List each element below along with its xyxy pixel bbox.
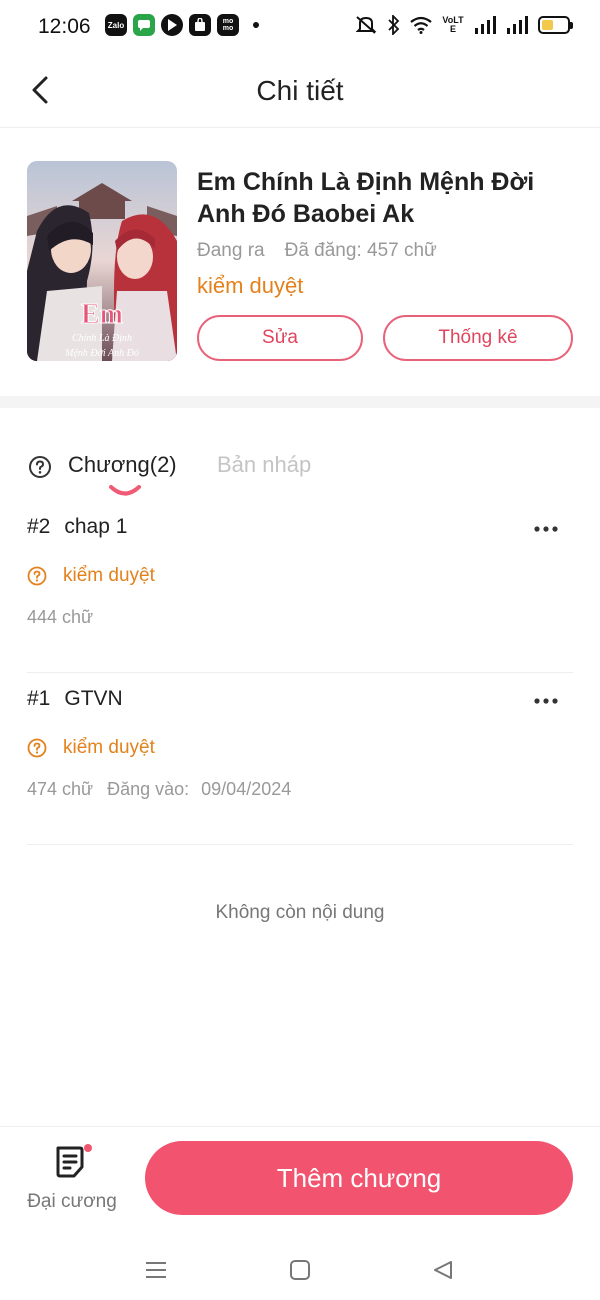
chapter-more-button[interactable]	[531, 517, 561, 541]
chapter-posted-label: Đăng vào:	[107, 779, 190, 799]
square-icon	[290, 1260, 310, 1280]
signal-icon-1	[474, 14, 496, 36]
chapter-posted-date: 09/04/2024	[201, 779, 292, 799]
chapter-name: chap 1	[64, 515, 128, 538]
status-bar: 12:06 Zalo mo mo VoLTE	[0, 0, 600, 54]
book-meta: Đang ra Đã đăng: 457 chữ	[197, 240, 437, 262]
outline-button[interactable]: Đại cương	[20, 1141, 124, 1221]
page-title: Chi tiết	[256, 75, 344, 106]
bottom-action-bar: Đại cương Thêm chương	[0, 1126, 600, 1236]
chapter-word-count: 444 chữ	[27, 607, 94, 627]
book-review-status: kiểm duyệt	[197, 273, 304, 298]
chapter-number: #1	[27, 687, 51, 710]
chapter-number: #2	[27, 515, 51, 538]
wifi-icon	[410, 14, 432, 36]
chapter-status-label: kiểm duyệt	[63, 737, 155, 758]
menu-icon	[146, 1262, 166, 1278]
header: Chi tiết	[0, 54, 600, 128]
cover-subtitle-line1: Chính Là Định	[72, 333, 132, 344]
edit-button[interactable]: Sửa	[197, 315, 363, 361]
more-horizontal-icon	[534, 526, 558, 532]
tab-chapters[interactable]: Chương(2)	[68, 452, 177, 478]
bluetooth-icon	[388, 14, 400, 36]
triangle-back-icon	[434, 1261, 452, 1279]
chapter-title: #2 chap 1	[27, 515, 127, 539]
chapter-review-status: kiểm duyệt	[27, 737, 155, 759]
chapter-word-count: 474 chữ	[27, 779, 94, 799]
home-button[interactable]	[280, 1250, 320, 1290]
book-cover[interactable]: Em Chính Là Định Mệnh Đời Anh Đó	[27, 161, 177, 361]
more-notifications-dot	[253, 22, 259, 28]
signal-icon-2	[506, 14, 528, 36]
messages-icon	[133, 14, 155, 36]
chapter-meta: 474 chữ Đăng vào: 09/04/2024	[27, 779, 291, 800]
chapter-item[interactable]: #1 GTVN kiểm duyệt 474 chữ Đăng vào: 09/04/…	[27, 673, 573, 845]
pending-review-icon	[27, 566, 47, 586]
cover-title-text: Em	[81, 299, 123, 330]
more-horizontal-icon	[534, 698, 558, 704]
book-info: Em Chính Là Định Mệnh Đời Anh Đó Em Chín…	[0, 128, 600, 396]
help-icon[interactable]	[28, 455, 52, 484]
pending-review-icon	[27, 738, 47, 758]
chapter-status-label: kiểm duyệt	[63, 565, 155, 586]
shop-icon	[189, 14, 211, 36]
tab-drafts[interactable]: Bản nháp	[217, 452, 311, 478]
notification-icons: Zalo mo mo	[105, 14, 259, 36]
book-title: Em Chính Là Định Mệnh Đời Anh Đó Baobei …	[197, 168, 535, 228]
chapter-title: #1 GTVN	[27, 687, 123, 711]
momo-icon: mo mo	[217, 14, 239, 36]
battery-fill	[542, 20, 553, 30]
outline-notes-icon	[55, 1145, 87, 1184]
play-icon	[161, 14, 183, 36]
mute-icon	[354, 14, 378, 36]
chapter-more-button[interactable]	[531, 689, 561, 713]
battery-icon	[538, 16, 573, 34]
chapter-name: GTVN	[64, 687, 123, 710]
tab-bar: Chương(2) Bản nháp	[0, 440, 600, 500]
volte-icon: VoLTE	[442, 15, 464, 34]
add-chapter-button[interactable]: Thêm chương	[145, 1141, 573, 1215]
chapter-review-status: kiểm duyệt	[27, 565, 155, 587]
status-time: 12:06	[38, 15, 91, 38]
system-back-button[interactable]	[423, 1250, 463, 1290]
system-nav-bar	[0, 1236, 600, 1300]
section-divider	[0, 396, 600, 408]
zalo-icon: Zalo	[105, 14, 127, 36]
book-word-count: Đã đăng: 457 chữ	[284, 240, 437, 261]
outline-label: Đại cương	[27, 1191, 117, 1212]
stats-button[interactable]: Thống kê	[383, 315, 573, 361]
book-status: Đang ra	[197, 240, 265, 261]
notification-dot	[84, 1144, 92, 1152]
cover-subtitle-line2: Mệnh Đời Anh Đó	[64, 348, 139, 359]
end-of-list-message: Không còn nội dung	[215, 902, 385, 923]
chapter-meta: 444 chữ	[27, 607, 93, 628]
recent-apps-button[interactable]	[136, 1250, 176, 1290]
chapter-item[interactable]: #2 chap 1 kiểm duyệt 444 chữ	[27, 501, 573, 673]
system-icons: VoLTE	[354, 14, 573, 36]
